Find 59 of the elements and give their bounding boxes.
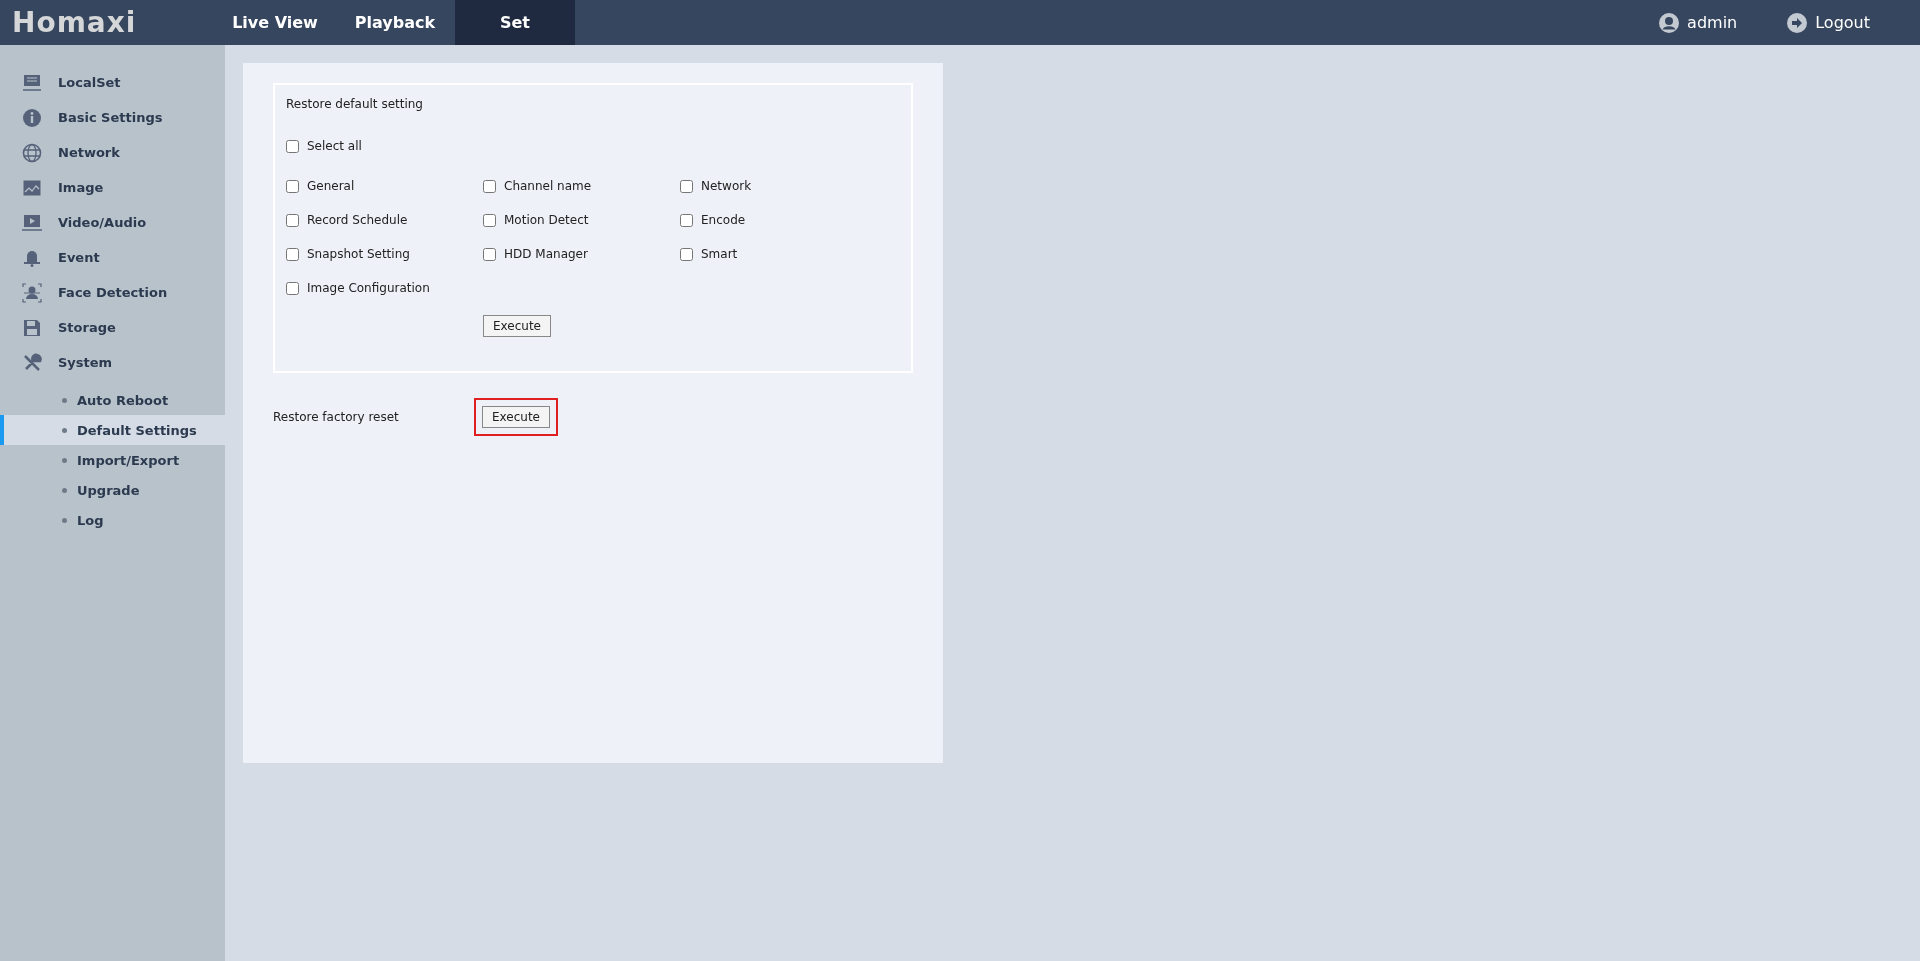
checkbox-label: Snapshot Setting xyxy=(307,247,410,261)
section-title: Restore default setting xyxy=(286,97,424,111)
checkbox[interactable] xyxy=(483,179,496,193)
arrow-circle-icon xyxy=(1787,12,1808,33)
checkbox[interactable] xyxy=(286,247,299,261)
checkbox[interactable] xyxy=(483,247,496,261)
factory-reset-label: Restore factory reset xyxy=(273,410,400,424)
brand-logo: Homaxi xyxy=(12,6,137,39)
checkbox-label: Motion Detect xyxy=(504,213,589,227)
sidebar-subitem[interactable]: Default Settings xyxy=(0,415,225,445)
checkbox[interactable] xyxy=(680,247,693,261)
execute-button[interactable]: Execute xyxy=(483,315,551,337)
checkbox-label: Encode xyxy=(701,213,746,227)
checkbox-label: Select all xyxy=(307,139,362,153)
checkbox[interactable] xyxy=(286,213,299,227)
globe-icon xyxy=(22,142,42,163)
video-play-icon xyxy=(22,212,42,233)
sidebar-item[interactable]: Image xyxy=(0,170,225,205)
nav-tab[interactable]: Set xyxy=(455,0,575,45)
monitor-icon xyxy=(22,72,42,93)
sidebar-item[interactable]: Basic Settings xyxy=(0,100,225,135)
sidebar-item[interactable]: Video/Audio xyxy=(0,205,225,240)
checkbox-label: Channel name xyxy=(504,179,592,193)
bullet-icon xyxy=(62,457,67,463)
bullet-icon xyxy=(62,517,67,523)
sidebar-item[interactable]: Event xyxy=(0,240,225,275)
username-label: admin xyxy=(1687,13,1738,32)
checkbox[interactable] xyxy=(680,179,693,193)
sidebar-item[interactable]: Storage xyxy=(0,310,225,345)
sidebar-item[interactable]: System xyxy=(0,345,225,380)
sidebar-subitem[interactable]: Import/Export xyxy=(0,445,225,475)
sidebar-item[interactable]: LocalSet xyxy=(0,65,225,100)
nav-tab[interactable]: Live View xyxy=(215,0,335,45)
sidebar-subitem[interactable]: Log xyxy=(0,505,225,535)
info-icon xyxy=(22,107,42,128)
checkbox[interactable] xyxy=(680,213,693,227)
nav-tab[interactable]: Playback xyxy=(335,0,455,45)
checkbox-label: Image Configuration xyxy=(307,281,430,295)
face-scan-icon xyxy=(22,282,42,303)
sidebar-item[interactable]: Network xyxy=(0,135,225,170)
checkbox-label: Network xyxy=(701,179,752,193)
user-icon xyxy=(1659,12,1680,33)
bullet-icon xyxy=(62,487,67,493)
checkbox[interactable] xyxy=(286,139,299,153)
checkbox-label: General xyxy=(307,179,355,193)
sidebar-item[interactable]: Face Detection xyxy=(0,275,225,310)
bullet-icon xyxy=(62,427,67,433)
bullet-icon xyxy=(62,397,67,403)
checkbox-label: Smart xyxy=(701,247,738,261)
checkbox[interactable] xyxy=(286,281,299,295)
sidebar-subitem[interactable]: Auto Reboot xyxy=(0,385,225,415)
checkbox-label: HDD Manager xyxy=(504,247,588,261)
tools-icon xyxy=(22,352,42,373)
execute-button[interactable]: Execute xyxy=(482,406,550,428)
logout-link[interactable]: Logout xyxy=(1815,13,1870,32)
sidebar-subitem[interactable]: Upgrade xyxy=(0,475,225,505)
checkbox[interactable] xyxy=(286,179,299,193)
checkbox-label: Record Schedule xyxy=(307,213,408,227)
checkbox[interactable] xyxy=(483,213,496,227)
